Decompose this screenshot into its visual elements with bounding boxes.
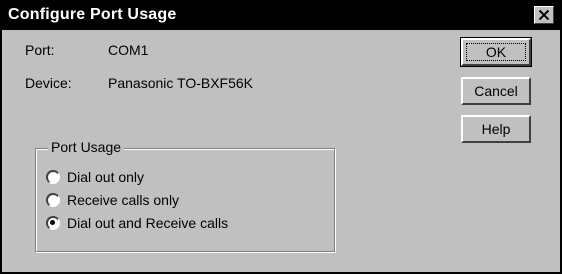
close-icon [539,10,549,20]
configure-port-usage-dialog: Configure Port Usage Port: COM1 Device: … [0,0,562,274]
radio-button[interactable] [46,170,60,184]
radio-button[interactable] [46,193,60,207]
device-value: Panasonic TO-BXF56K [108,75,254,91]
port-value: COM1 [108,42,149,58]
window-title: Configure Port Usage [8,6,177,23]
port-usage-group-title: Port Usage [48,139,125,155]
title-bar[interactable]: Configure Port Usage [2,2,560,30]
radio-label-receive-calls-only[interactable]: Receive calls only [67,192,179,208]
radio-label-dial-out-and-receive[interactable]: Dial out and Receive calls [67,215,228,231]
close-button[interactable] [534,6,554,24]
device-label: Device: [25,75,72,91]
ok-button-label: OK [485,44,507,60]
radio-button[interactable] [46,216,60,230]
help-button-label: Help [481,121,511,137]
radio-label-dial-out-only[interactable]: Dial out only [67,169,144,185]
radio-dot [50,220,55,225]
port-label: Port: [25,42,55,58]
cancel-button-label: Cancel [474,83,518,99]
cancel-button[interactable]: Cancel [461,77,531,105]
ok-button[interactable]: OK [460,37,532,67]
help-button[interactable]: Help [461,115,531,143]
